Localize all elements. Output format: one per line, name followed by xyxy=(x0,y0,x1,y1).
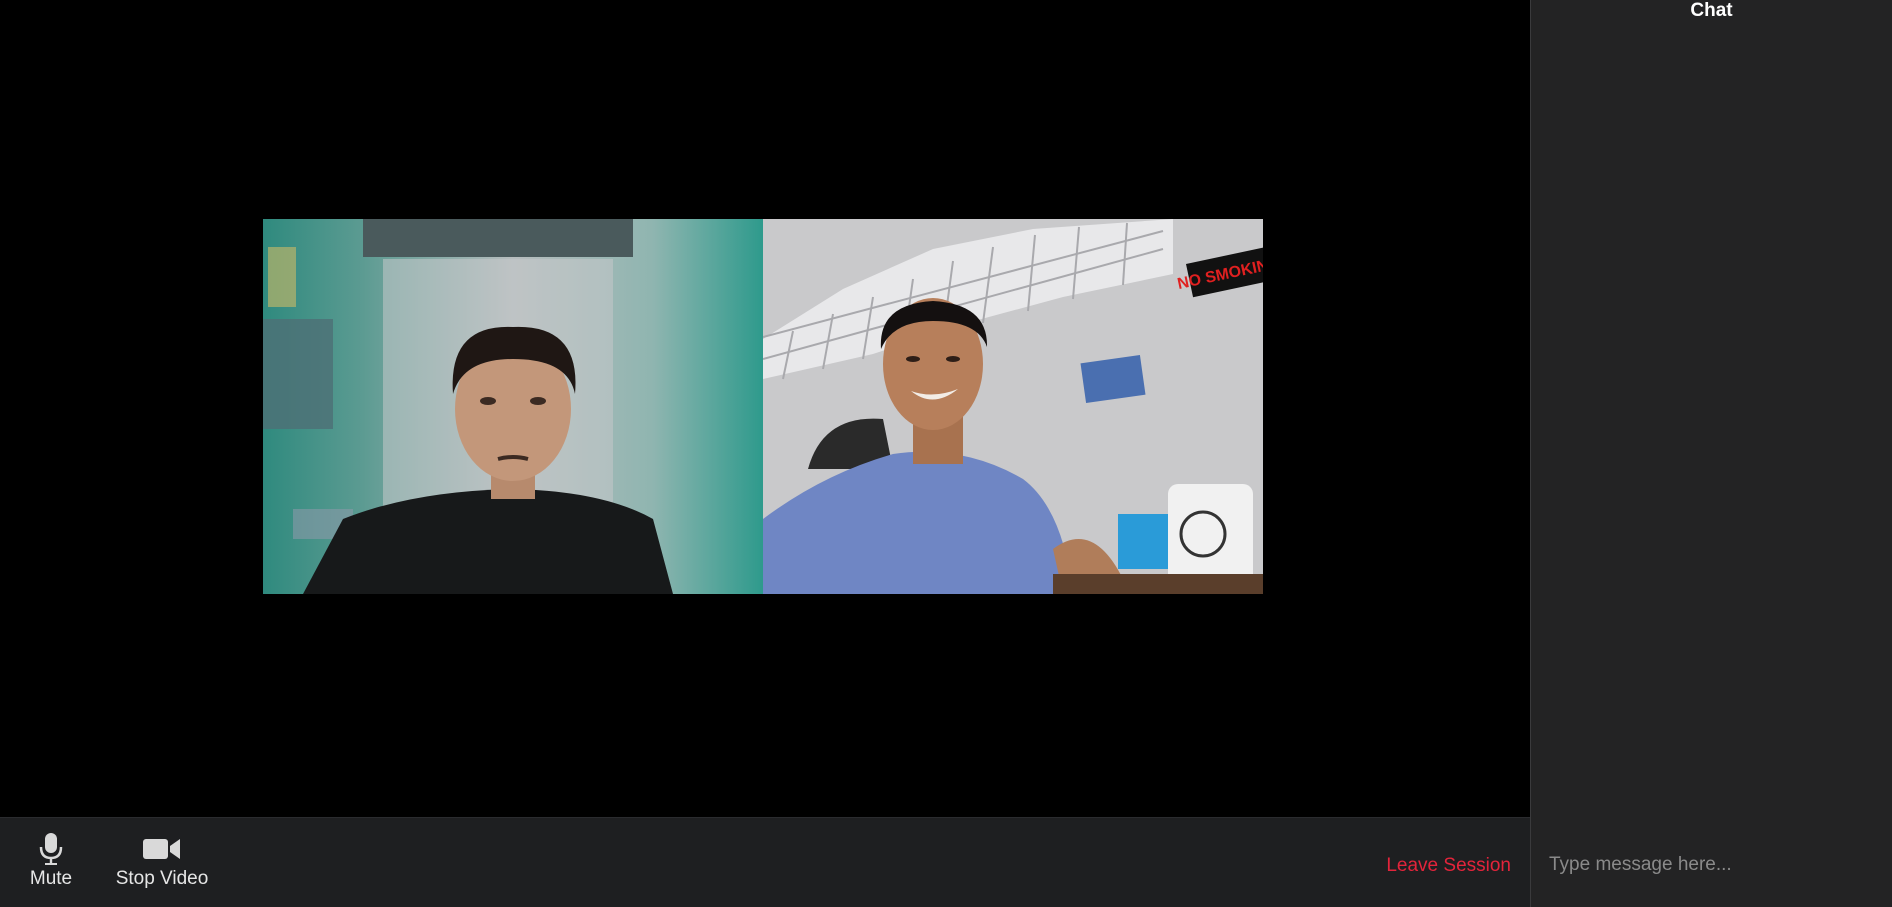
video-tile-participant-2[interactable]: NO SMOKING xyxy=(763,219,1263,594)
chat-message-input[interactable] xyxy=(1549,854,1874,876)
chat-title: Chat xyxy=(1690,0,1733,21)
video-stage: NO SMOKING xyxy=(0,0,1530,817)
stop-video-label: Stop Video xyxy=(115,868,209,889)
stop-video-button[interactable]: Stop Video xyxy=(112,832,212,890)
video-camera-icon xyxy=(143,832,181,866)
video-session-app: NO SMOKING Mute Stop Video Leave Session… xyxy=(0,0,1892,907)
microphone-icon xyxy=(39,832,63,866)
mute-button[interactable]: Mute xyxy=(26,832,76,890)
meeting-toolbar: Mute Stop Video Leave Session xyxy=(0,817,1530,907)
leave-session-button[interactable]: Leave Session xyxy=(1386,855,1511,877)
chat-input-area xyxy=(1531,817,1892,907)
chat-panel: Chat xyxy=(1530,0,1892,907)
participant-1-video-frame xyxy=(263,219,763,594)
video-tile-participant-1[interactable] xyxy=(263,219,763,594)
participant-2-video-frame: NO SMOKING xyxy=(763,219,1263,594)
mute-label: Mute xyxy=(29,868,73,889)
chat-message-list xyxy=(1531,30,1892,817)
